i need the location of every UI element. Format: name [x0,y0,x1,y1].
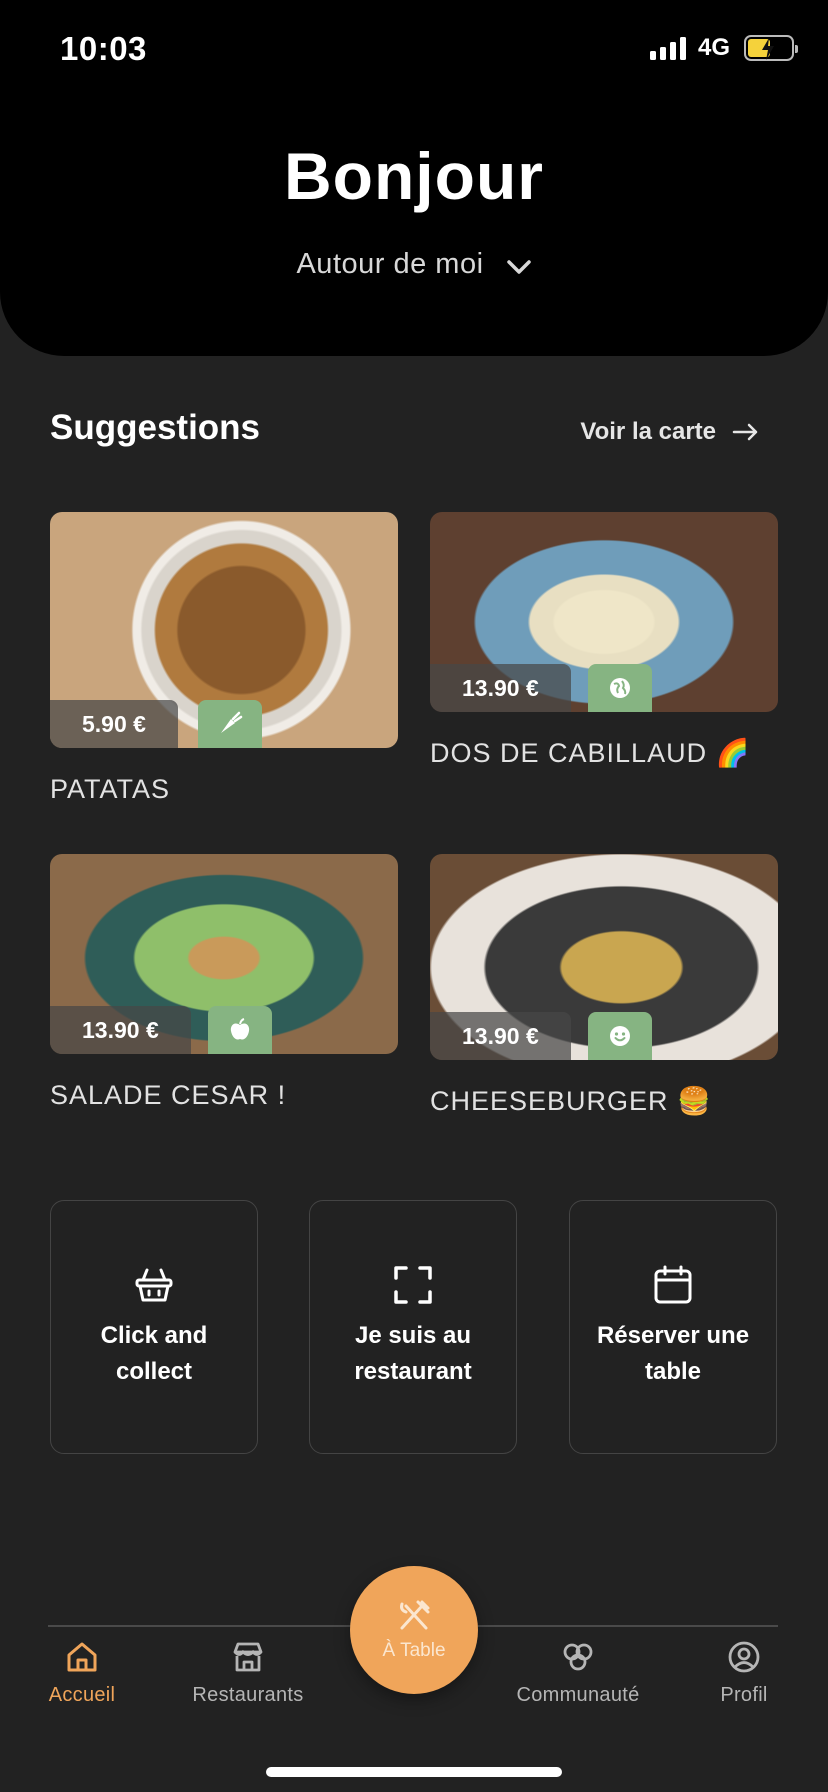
nav-label: Profil [720,1684,768,1706]
greeting-title: Bonjour [284,139,544,213]
arrow-right-icon [732,423,758,441]
home-icon [67,1642,97,1672]
dish-photo: 13.90 € [430,512,778,712]
action-label: Réserver une table [596,1322,750,1385]
nav-label: Communauté [516,1684,640,1706]
dish-name: PATATAS [50,774,171,804]
dish-name: SALADE CESAR ! [50,1080,287,1110]
store-icon [233,1642,263,1672]
price-badge: 13.90 € [50,1006,191,1054]
community-icon [563,1643,593,1671]
smiley-icon [588,1012,652,1060]
nav-item-profil[interactable]: Profil [674,1640,814,1707]
dish-photo: 13.90 € [50,854,398,1054]
dish-card[interactable]: 13.90 € CHEESEBURGER 🍔 [430,854,778,1118]
status-bar: 10:03 4G [0,0,828,100]
price-badge: 5.90 € [50,700,178,748]
network-label: 4G [697,34,730,61]
price-badge: 13.90 € [430,664,571,712]
nav-item-accueil[interactable]: Accueil [12,1640,152,1707]
location-label: Autour de moi [296,248,484,280]
dish-name: DOS DE CABILLAUD 🌈 [430,738,751,768]
a-table-button[interactable]: À Table [350,1566,478,1694]
dish-name: CHEESEBURGER 🍔 [430,1086,712,1116]
dish-card[interactable]: 13.90 € DOS DE CABILLAUD 🌈 [430,512,778,770]
dish-photo: 13.90 € [430,854,778,1060]
dish-card[interactable]: 5.90 € PATATAS [50,512,398,806]
fab-label: À Table [382,1640,446,1661]
battery-icon [744,35,798,61]
header: 10:03 4G Bonjour Autour de moi [0,0,828,356]
calendar-icon [654,1265,692,1304]
at-restaurant-button[interactable]: Je suis au restaurant [309,1200,517,1454]
carrot-icon [198,700,262,748]
location-selector[interactable]: Autour de moi [0,248,828,281]
nav-item-communaute[interactable]: Communauté [508,1640,648,1707]
globe-icon [588,664,652,712]
signal-icon [649,36,686,60]
profile-icon [728,1641,760,1673]
scan-icon [394,1266,432,1304]
status-indicators: 4G [649,34,798,62]
nav-label: Restaurants [192,1684,304,1706]
status-time: 10:03 [60,30,147,67]
price-badge: 13.90 € [430,1012,571,1060]
chevron-down-icon [506,259,531,274]
click-and-collect-button[interactable]: Click and collect [50,1200,258,1454]
home-indicator[interactable] [266,1767,562,1777]
nav-item-restaurants[interactable]: Restaurants [178,1640,318,1707]
nav-label: Accueil [48,1684,116,1706]
suggestions-title: Suggestions [50,408,261,447]
action-label: Je suis au restaurant [354,1322,472,1385]
basket-icon [135,1268,173,1302]
see-menu-label: Voir la carte [580,418,716,445]
apple-icon [208,1006,272,1054]
dish-card[interactable]: 13.90 € SALADE CESAR ! [50,854,398,1112]
action-label: Click and collect [100,1322,208,1385]
cutlery-icon [400,1600,430,1630]
see-menu-link[interactable]: Voir la carte [580,418,760,446]
dish-photo: 5.90 € [50,512,398,748]
book-table-button[interactable]: Réserver une table [569,1200,777,1454]
